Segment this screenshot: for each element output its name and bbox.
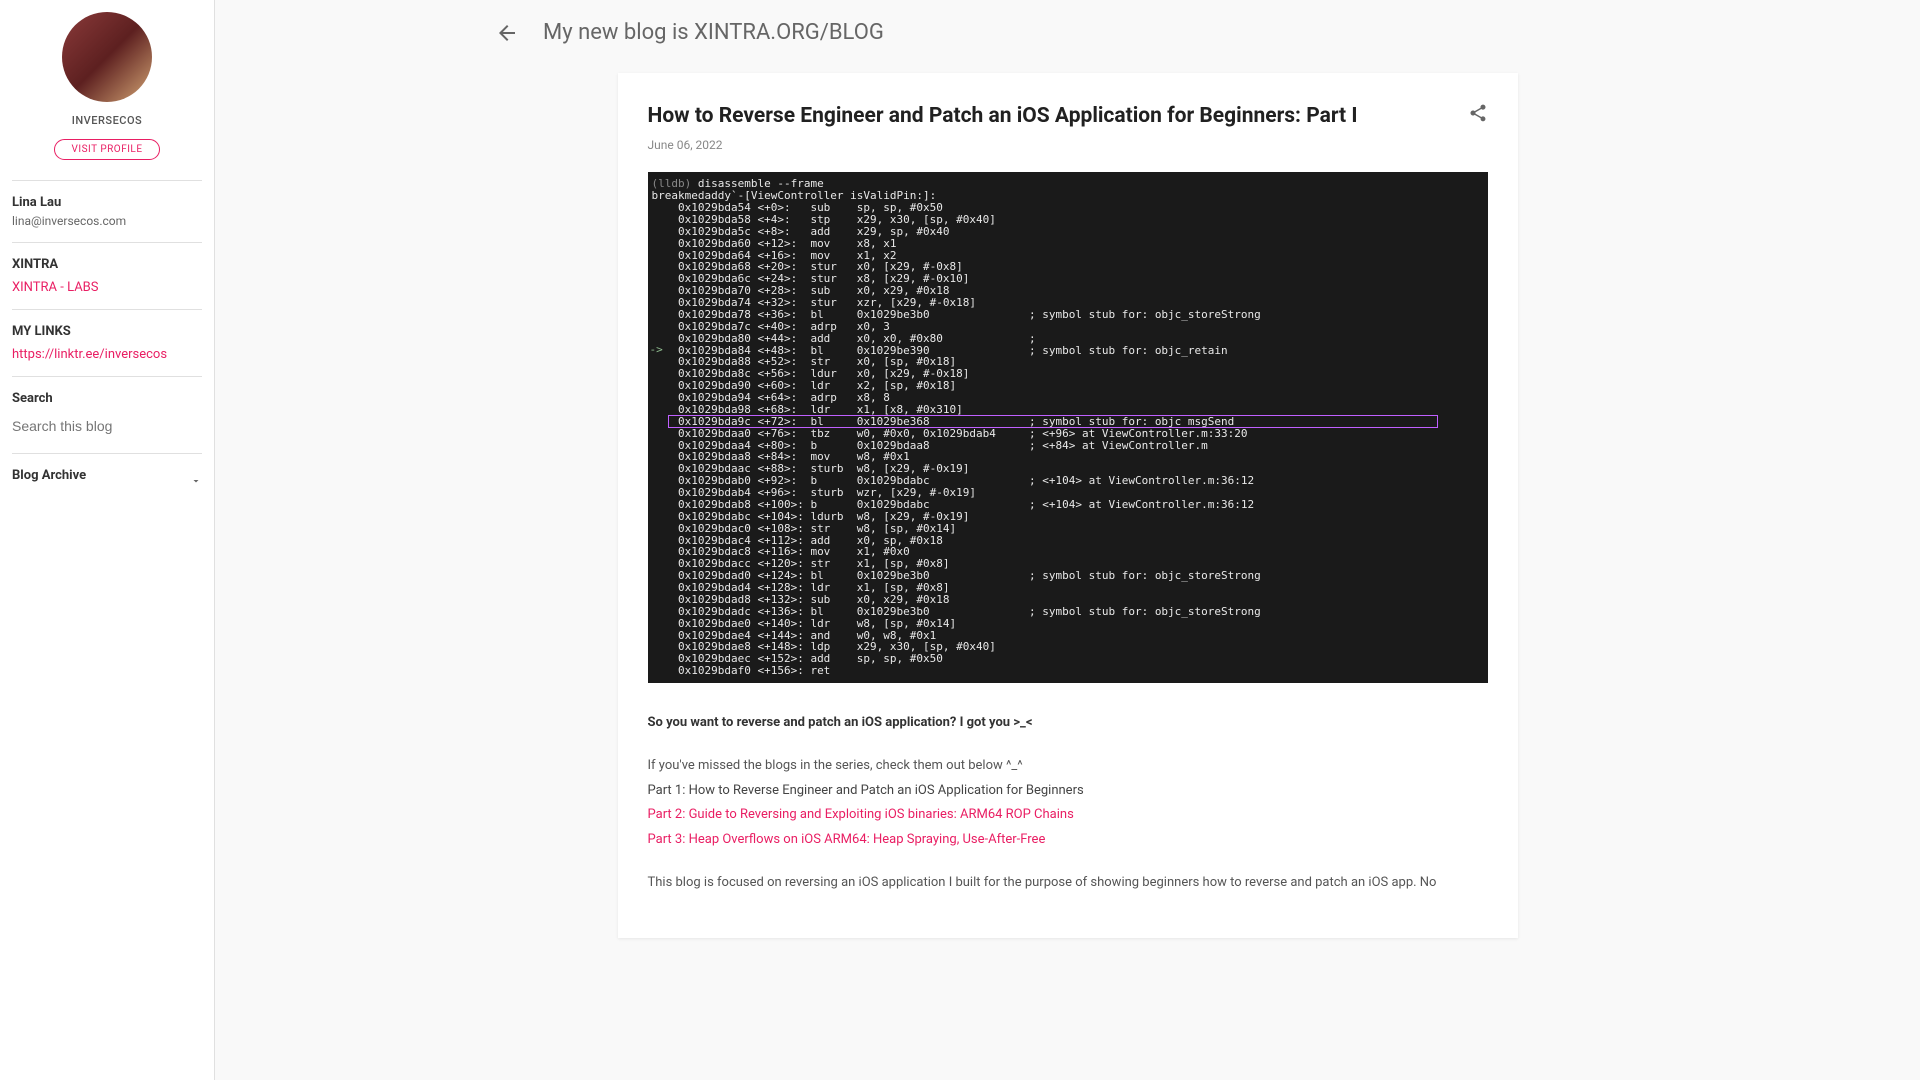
contact-email: lina@inversecos.com [12, 214, 202, 228]
sidebar-contact: Lina Lau lina@inversecos.com [12, 180, 202, 242]
sidebar-search: Search [12, 376, 202, 453]
blog-title[interactable]: My new blog is XINTRA.ORG/BLOG [543, 20, 884, 45]
body-desc: This blog is focused on reversing an iOS… [648, 873, 1488, 894]
xintra-heading: XINTRA [12, 257, 202, 272]
post-body: So you want to reverse and patch an iOS … [648, 713, 1488, 894]
body-part1: Part 1: How to Reverse Engineer and Patc… [648, 781, 1488, 802]
sidebar: INVERSECOS VISIT PROFILE Lina Lau lina@i… [0, 0, 215, 1080]
author-name: INVERSECOS [12, 114, 202, 127]
body-series-note: If you've missed the blogs in the series… [648, 756, 1488, 777]
body-intro: So you want to reverse and patch an iOS … [648, 713, 1488, 734]
post-title: How to Reverse Engineer and Patch an iOS… [648, 103, 1358, 130]
share-button[interactable] [1468, 103, 1488, 123]
body-part3-link[interactable]: Part 3: Heap Overflows on iOS ARM64: Hea… [648, 832, 1046, 847]
header-bar: My new blog is XINTRA.ORG/BLOG [275, 20, 1860, 45]
main-content: My new blog is XINTRA.ORG/BLOG How to Re… [215, 0, 1920, 1080]
mylinks-link[interactable]: https://linktr.ee/inversecos [12, 347, 167, 362]
search-heading: Search [12, 391, 202, 406]
body-part2-link[interactable]: Part 2: Guide to Reversing and Exploitin… [648, 807, 1074, 822]
post-header: How to Reverse Engineer and Patch an iOS… [648, 103, 1488, 130]
search-input[interactable] [12, 410, 202, 439]
sidebar-mylinks: MY LINKS https://linktr.ee/inversecos [12, 309, 202, 376]
sidebar-archive: Blog Archive [12, 453, 202, 501]
archive-heading: Blog Archive [12, 468, 86, 483]
xintra-link[interactable]: XINTRA - LABS [12, 280, 99, 295]
post-date: June 06, 2022 [648, 138, 1488, 152]
archive-toggle[interactable]: Blog Archive [12, 468, 202, 487]
disassembly-image: (lldb) disassemble --frame breakmedaddy`… [648, 172, 1488, 683]
visit-profile-button[interactable]: VISIT PROFILE [54, 139, 159, 160]
back-button[interactable] [495, 21, 519, 45]
contact-name: Lina Lau [12, 195, 202, 210]
mylinks-heading: MY LINKS [12, 324, 202, 339]
post-card: How to Reverse Engineer and Patch an iOS… [618, 73, 1518, 938]
chevron-down-icon [190, 472, 202, 484]
avatar[interactable] [62, 12, 152, 102]
sidebar-xintra: XINTRA XINTRA - LABS [12, 242, 202, 309]
